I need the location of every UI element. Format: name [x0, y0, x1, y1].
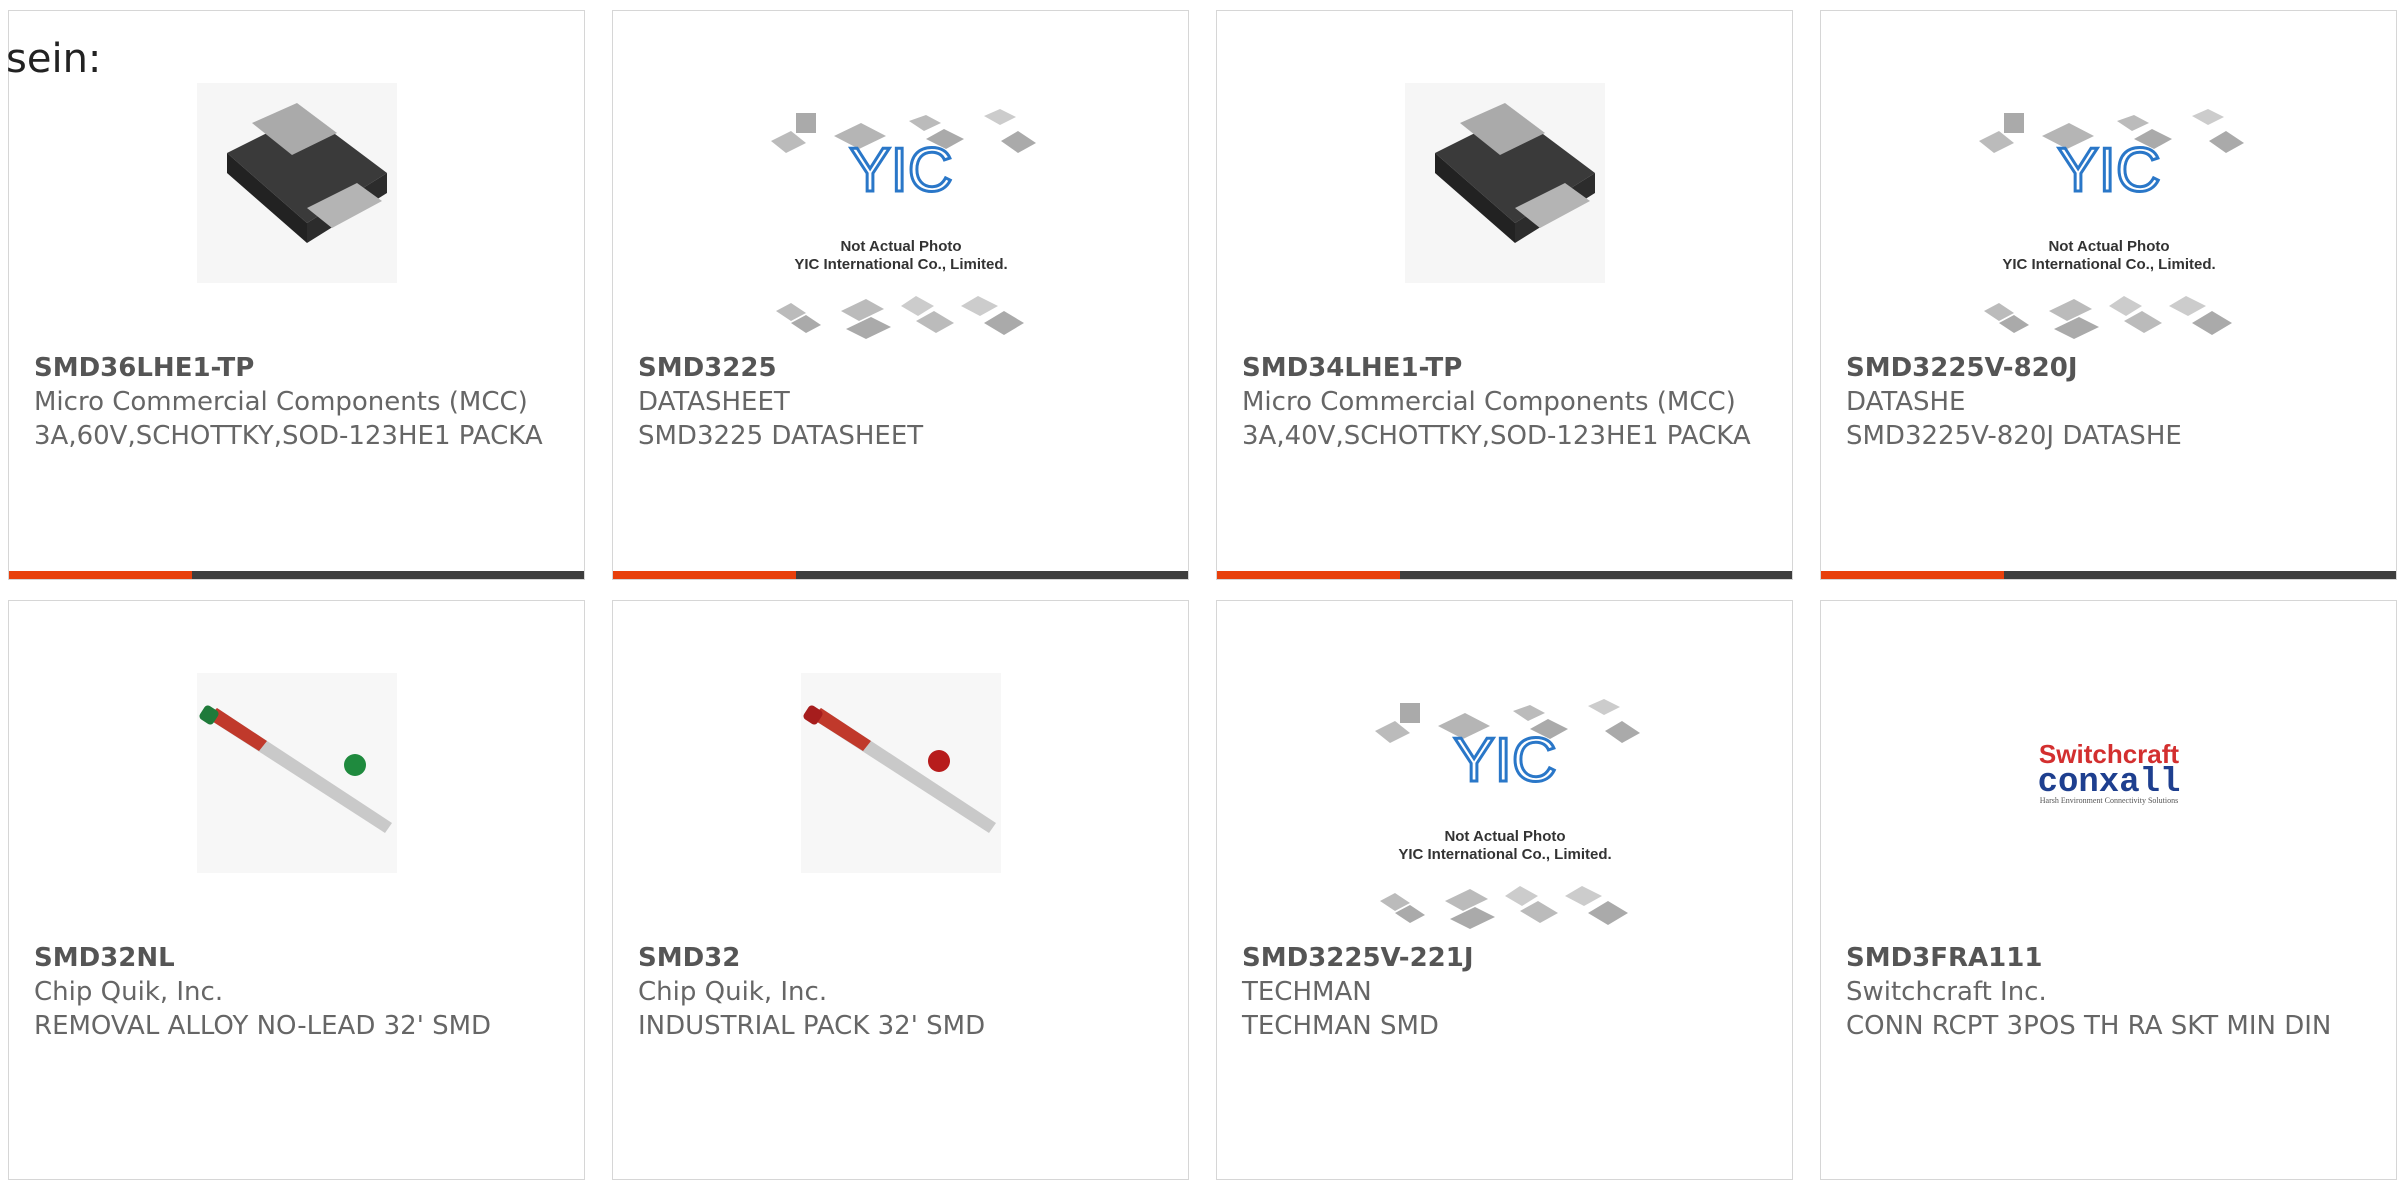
photo-caption-1: Not Actual Photo	[2048, 238, 2169, 255]
description: TECHMAN SMD	[1242, 1011, 1439, 1041]
product-card[interactable]: YIC Not Actual Photo YIC International C…	[1820, 10, 2397, 580]
manufacturer: DATASHEET	[638, 387, 790, 417]
switchcraft-conxall-logo: Switchcraft conxall Harsh Environment Co…	[2037, 739, 2180, 805]
part-number[interactable]: SMD32	[638, 941, 1168, 975]
photo-caption-1: Not Actual Photo	[840, 238, 961, 255]
description: 3A,40V,SCHOTTKY,SOD-123HE1 PACKA	[1242, 421, 1751, 451]
description: SMD3225V-820J DATASHE	[1846, 421, 2182, 451]
part-number[interactable]: SMD3225V-221J	[1242, 941, 1772, 975]
description: INDUSTRIAL PACK 32' SMD	[638, 1011, 986, 1041]
svg-text:YIC: YIC	[2057, 136, 2160, 205]
product-card[interactable]: SMD34LHE1-TP Micro Commercial Components…	[1216, 10, 1793, 580]
card-bar	[1821, 571, 2396, 579]
product-card[interactable]: YIC Not Actual Photo YIC International C…	[1216, 600, 1793, 1180]
part-number[interactable]: SMD3225V-820J	[1846, 351, 2376, 385]
part-number[interactable]: SMD32NL	[34, 941, 564, 975]
svg-text:YIC: YIC	[1453, 726, 1556, 795]
card-bar	[1217, 571, 1792, 579]
product-card[interactable]: SMD36LHE1-TP Micro Commercial Components…	[8, 10, 585, 580]
not-actual-photo-image: YIC Not Actual Photo YIC International C…	[1374, 699, 1640, 929]
manufacturer: DATASHE	[1846, 387, 1966, 417]
lead-text: sein:	[6, 36, 102, 82]
description: SMD3225 DATASHEET	[638, 421, 924, 451]
manufacturer: Chip Quik, Inc.	[638, 977, 828, 1007]
part-number[interactable]: SMD3225	[638, 351, 1168, 385]
description: REMOVAL ALLOY NO-LEAD 32' SMD	[34, 1011, 492, 1041]
product-card[interactable]: YIC Not Actual Photo YIC International C…	[612, 10, 1189, 580]
photo-caption-2: YIC International Co., Limited.	[794, 256, 1007, 273]
solder-tube-image	[800, 673, 1001, 873]
manufacturer: Micro Commercial Components (MCC)	[1242, 387, 1736, 417]
card-bar	[613, 571, 1188, 579]
svg-text:YIC: YIC	[849, 136, 952, 205]
solder-tube-image	[196, 673, 397, 873]
description: CONN RCPT 3POS TH RA SKT MIN DIN	[1846, 1011, 2332, 1041]
photo-caption-1: Not Actual Photo	[1444, 828, 1565, 845]
product-card[interactable]: SMD32NL Chip Quik, Inc. REMOVAL ALLOY NO…	[8, 600, 585, 1180]
logo-text-3: Harsh Environment Connectivity Solutions	[2039, 796, 2177, 805]
manufacturer: Chip Quik, Inc.	[34, 977, 224, 1007]
manufacturer: Switchcraft Inc.	[1846, 977, 2047, 1007]
manufacturer: TECHMAN	[1242, 977, 1372, 1007]
part-number[interactable]: SMD36LHE1-TP	[34, 351, 564, 385]
diode-package-image	[1404, 83, 1605, 283]
description: 3A,60V,SCHOTTKY,SOD-123HE1 PACKA	[34, 421, 543, 451]
part-number[interactable]: SMD3FRA111	[1846, 941, 2376, 975]
card-bar	[9, 571, 584, 579]
photo-caption-2: YIC International Co., Limited.	[2002, 256, 2215, 273]
not-actual-photo-image: YIC Not Actual Photo YIC International C…	[1978, 109, 2244, 339]
not-actual-photo-image: YIC Not Actual Photo YIC International C…	[770, 109, 1036, 339]
part-number[interactable]: SMD34LHE1-TP	[1242, 351, 1772, 385]
product-card[interactable]: SMD32 Chip Quik, Inc. INDUSTRIAL PACK 32…	[612, 600, 1189, 1180]
manufacturer: Micro Commercial Components (MCC)	[34, 387, 528, 417]
product-card[interactable]: Switchcraft conxall Harsh Environment Co…	[1820, 600, 2397, 1180]
photo-caption-2: YIC International Co., Limited.	[1398, 846, 1611, 863]
diode-package-image	[196, 83, 397, 283]
